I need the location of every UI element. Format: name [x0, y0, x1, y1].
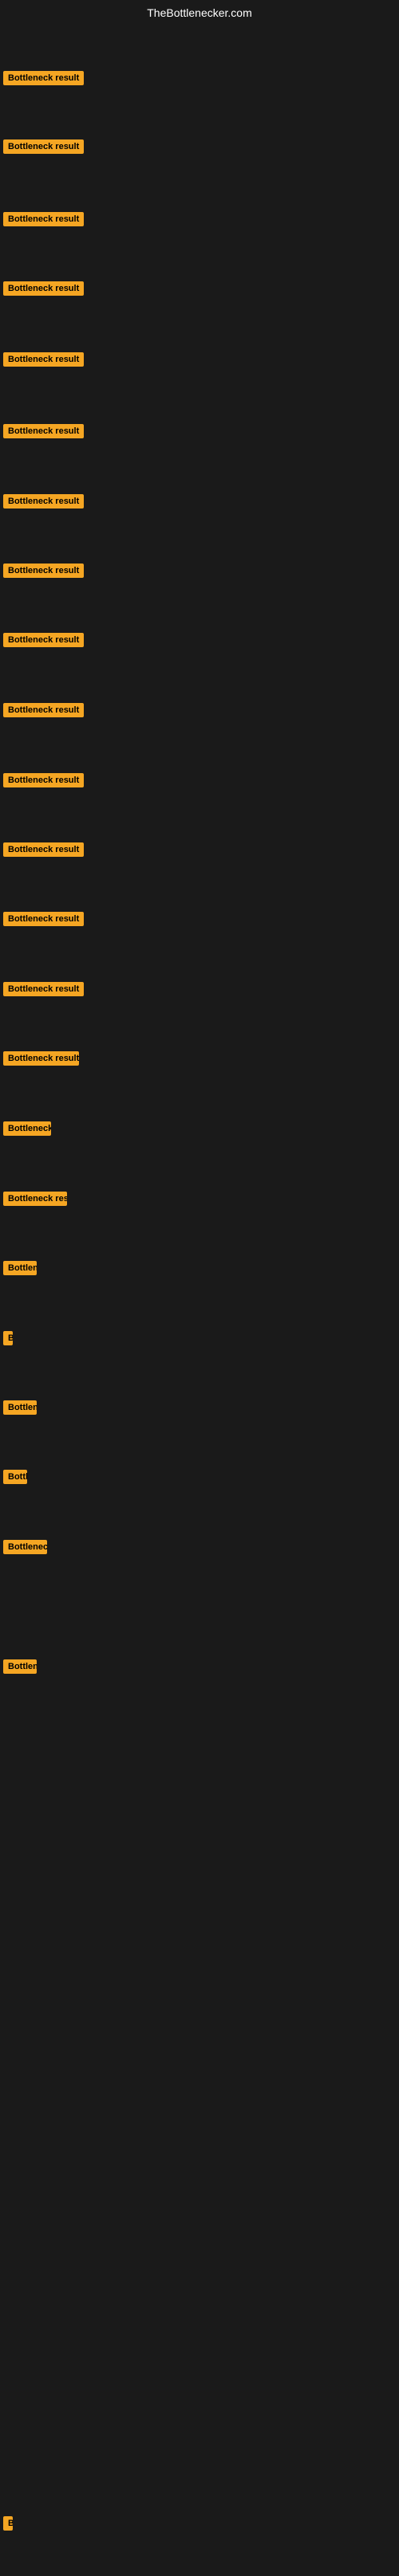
- bottleneck-badge[interactable]: Bottleneck result: [3, 352, 84, 367]
- badge-row: Bottleneck result: [3, 494, 84, 512]
- badge-row: Bottleneck result: [3, 703, 84, 721]
- badge-row: Bottleneck result: [3, 1659, 37, 1678]
- bottleneck-badge[interactable]: Bottleneck result: [3, 773, 84, 787]
- bottleneck-badge[interactable]: Bottleneck result: [3, 1331, 13, 1345]
- bottleneck-badge[interactable]: Bottleneck result: [3, 1121, 51, 1136]
- bottleneck-badge[interactable]: Bottleneck result: [3, 564, 84, 578]
- site-title: TheBottlenecker.com: [0, 0, 399, 26]
- bottleneck-badge[interactable]: Bottleneck result: [3, 2516, 13, 2531]
- bottleneck-badge[interactable]: Bottleneck result: [3, 1540, 47, 1554]
- badge-row: Bottleneck result: [3, 1470, 27, 1488]
- badge-row: Bottleneck result: [3, 1400, 37, 1419]
- badge-row: Bottleneck result: [3, 773, 84, 791]
- bottleneck-badge[interactable]: Bottleneck result: [3, 912, 84, 926]
- badges-container: Bottleneck result Bottleneck result Bottle…: [0, 26, 399, 2576]
- bottleneck-badge[interactable]: Bottleneck result: [3, 424, 84, 438]
- bottleneck-badge[interactable]: Bottleneck result: [3, 494, 84, 509]
- badge-row: Bottleneck result: [3, 212, 84, 230]
- bottleneck-badge[interactable]: Bottleneck result: [3, 703, 84, 717]
- badge-row: Bottleneck result: [3, 2516, 13, 2535]
- bottleneck-badge[interactable]: Bottleneck result: [3, 1051, 79, 1066]
- bottleneck-badge[interactable]: Bottleneck result: [3, 139, 84, 154]
- badge-row: Bottleneck result: [3, 1051, 79, 1070]
- badge-row: Bottleneck result: [3, 352, 84, 371]
- badge-row: Bottleneck result: [3, 1540, 47, 1558]
- bottleneck-badge[interactable]: Bottleneck result: [3, 1659, 37, 1674]
- bottleneck-badge[interactable]: Bottleneck result: [3, 1400, 37, 1415]
- badge-row: Bottleneck result: [3, 912, 84, 930]
- bottleneck-badge[interactable]: Bottleneck result: [3, 633, 84, 647]
- bottleneck-badge[interactable]: Bottleneck result: [3, 281, 84, 296]
- badge-row: Bottleneck result: [3, 842, 84, 861]
- badge-row: Bottleneck result: [3, 633, 84, 651]
- bottleneck-badge[interactable]: Bottleneck result: [3, 71, 84, 85]
- badge-row: Bottleneck result: [3, 1192, 67, 1210]
- bottleneck-badge[interactable]: Bottleneck result: [3, 1192, 67, 1206]
- badge-row: Bottleneck result: [3, 1331, 13, 1349]
- badge-row: Bottleneck result: [3, 564, 84, 582]
- badge-row: Bottleneck result: [3, 982, 84, 1000]
- bottleneck-badge[interactable]: Bottleneck result: [3, 842, 84, 857]
- badge-row: Bottleneck result: [3, 71, 84, 89]
- bottleneck-badge[interactable]: Bottleneck result: [3, 212, 84, 226]
- bottleneck-badge[interactable]: Bottleneck result: [3, 982, 84, 996]
- badge-row: Bottleneck result: [3, 139, 84, 158]
- badge-row: Bottleneck result: [3, 281, 84, 300]
- bottleneck-badge[interactable]: Bottleneck result: [3, 1470, 27, 1484]
- badge-row: Bottleneck result: [3, 1261, 37, 1279]
- bottleneck-badge[interactable]: Bottleneck result: [3, 1261, 37, 1275]
- badge-row: Bottleneck result: [3, 1121, 51, 1140]
- badge-row: Bottleneck result: [3, 424, 84, 442]
